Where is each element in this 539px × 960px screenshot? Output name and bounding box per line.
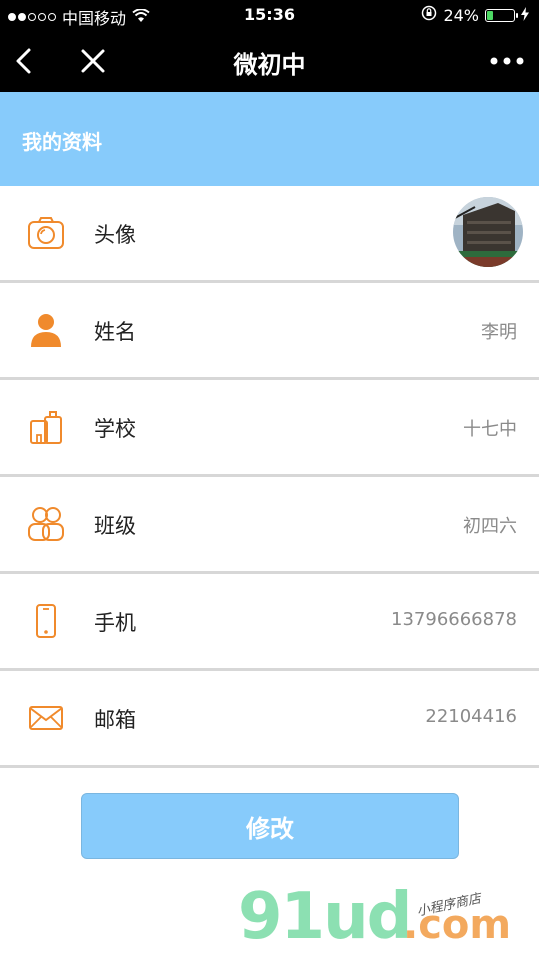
row-name[interactable]: 姓名 李明: [0, 283, 539, 380]
battery-percent: 24%: [443, 5, 479, 25]
mail-icon: [26, 698, 66, 738]
orientation-lock-icon: [421, 5, 437, 25]
row-avatar[interactable]: 头像: [0, 186, 539, 283]
battery-icon: [485, 8, 518, 22]
row-school[interactable]: 学校 十七中: [0, 380, 539, 477]
phone-icon: [26, 601, 66, 641]
group-icon: [26, 504, 66, 544]
row-label: 邮箱: [94, 708, 136, 732]
row-class[interactable]: 班级 初四六: [0, 477, 539, 574]
section-title: 我的资料: [22, 130, 102, 154]
row-label: 学校: [94, 417, 136, 441]
row-label: 头像: [94, 223, 136, 247]
section-header: 我的资料: [0, 92, 539, 186]
row-value: 李明: [481, 322, 517, 343]
watermark-brand: 91ud: [238, 880, 412, 954]
page-title: 微初中: [233, 51, 306, 79]
row-value: 13796666878: [391, 609, 517, 630]
row-label: 手机: [94, 611, 136, 635]
row-phone[interactable]: 手机 13796666878: [0, 574, 539, 671]
school-icon: [26, 407, 66, 447]
row-email[interactable]: 邮箱 22104416: [0, 671, 539, 768]
row-value: 22104416: [425, 706, 517, 727]
charging-icon: [521, 6, 529, 25]
user-icon: [26, 310, 66, 350]
row-value: 十七中: [463, 419, 517, 440]
more-button[interactable]: [487, 42, 527, 80]
more-dots-icon: [490, 57, 524, 65]
row-label: 姓名: [94, 320, 136, 344]
watermark-logo: 91ud .com 小程序商店: [238, 880, 538, 960]
modify-button[interactable]: 修改: [81, 793, 459, 859]
row-label: 班级: [94, 514, 136, 538]
status-right: 24%: [421, 5, 529, 25]
row-value: 初四六: [463, 516, 517, 537]
status-bar: 中国移动 15:36 24%: [0, 0, 539, 30]
camera-icon: [26, 213, 66, 253]
avatar[interactable]: [453, 197, 523, 267]
profile-list: 头像 姓名 李明 学校 十七中 班级 初四六 手机 13796666878 邮箱…: [0, 186, 539, 768]
nav-bar: 微初中: [0, 30, 539, 92]
